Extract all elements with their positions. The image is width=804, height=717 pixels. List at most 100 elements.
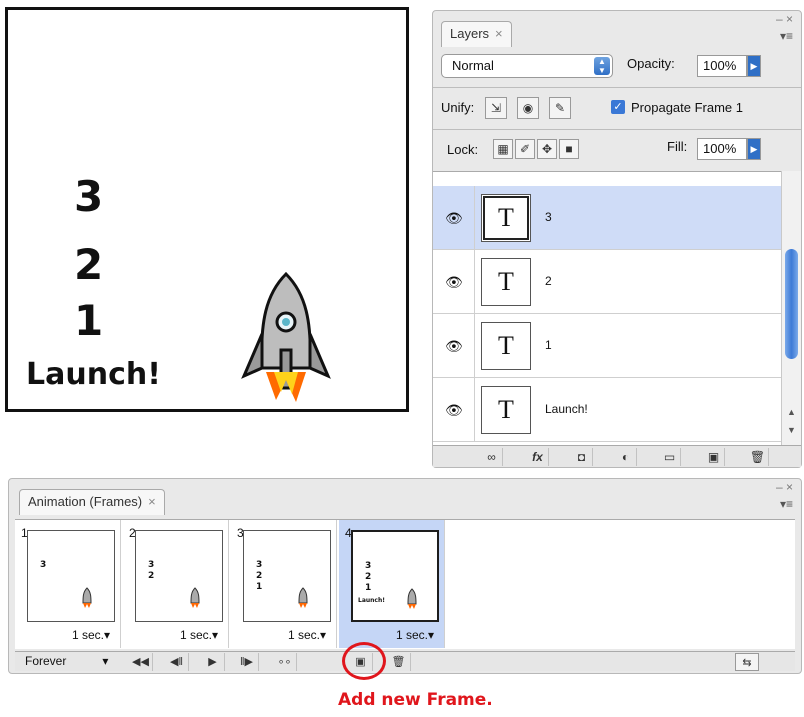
link-icon[interactable]: ∞ <box>481 448 503 466</box>
unify-visibility-icon[interactable]: ◉ <box>517 97 539 119</box>
mini-3: 3 <box>365 561 372 571</box>
visibility-eye-icon[interactable]: 👁 <box>433 314 475 377</box>
mini-launch: Launch! <box>358 597 385 604</box>
propagate-checkbox[interactable]: ✓ <box>611 100 625 114</box>
first-frame-icon[interactable]: ◀◀ <box>129 653 153 671</box>
timeline-convert-icon[interactable]: ⇆ <box>735 653 759 671</box>
fill-label: Fill: <box>667 139 688 154</box>
rocket-illustration <box>241 272 331 402</box>
blend-mode-select[interactable]: Normal ▲ ▼ <box>441 54 613 78</box>
delay-value: 1 sec. <box>179 628 212 642</box>
frame-thumbnail: 3 2 1 <box>243 530 331 622</box>
panel-menu-icon[interactable]: ▾≡ <box>780 497 793 511</box>
tab-layers[interactable]: Layers × <box>441 21 512 47</box>
new-frame-highlight <box>342 642 386 680</box>
window-controls[interactable]: – × <box>776 13 793 25</box>
chevron-down-icon: ▾ <box>102 654 109 668</box>
panel-menu-icon[interactable]: ▾≡ <box>780 29 793 43</box>
new-layer-icon[interactable]: ▣ <box>703 448 725 466</box>
divider <box>433 129 801 130</box>
trash-icon[interactable]: 🗑 <box>747 448 769 466</box>
fill-arrow-icon[interactable]: ▶ <box>747 138 761 160</box>
previous-frame-icon[interactable]: ◀‖ <box>165 653 189 671</box>
mini-2: 2 <box>365 572 372 582</box>
mini-2: 2 <box>256 571 263 581</box>
loop-select[interactable]: Forever ▾ <box>25 654 108 668</box>
visibility-eye-icon[interactable]: 👁 <box>433 250 475 313</box>
play-icon[interactable]: ▶ <box>201 653 225 671</box>
visibility-eye-icon[interactable]: 👁 <box>433 186 475 249</box>
visibility-eye-icon[interactable]: 👁 <box>433 378 475 441</box>
layer-row-2[interactable]: 👁 T 2 <box>433 250 783 314</box>
fill-field[interactable]: 100% <box>697 138 747 160</box>
mask-icon[interactable]: ◘ <box>571 448 593 466</box>
frame-3[interactable]: 3 3 2 1 1 sec.▾ <box>231 520 337 648</box>
opacity-arrow-icon[interactable]: ▶ <box>747 55 761 77</box>
frame-1[interactable]: 1 3 1 sec.▾ <box>15 520 121 648</box>
loop-value: Forever <box>25 654 67 668</box>
frame-thumbnail: 3 2 1 Launch! <box>351 530 439 622</box>
unify-style-icon[interactable]: ✎ <box>549 97 571 119</box>
unify-position-icon[interactable]: ⇲ <box>485 97 507 119</box>
delete-frame-icon[interactable]: 🗑 <box>387 653 411 671</box>
frame-2[interactable]: 2 3 2 1 sec.▾ <box>123 520 229 648</box>
layer-thumbnail: T <box>481 194 531 242</box>
mini-rocket <box>407 588 417 609</box>
layer-row-launch[interactable]: 👁 T Launch! <box>433 378 783 442</box>
layers-toolbar: ∞ fx ◘ ◐ ▭ ▣ 🗑 <box>433 445 801 467</box>
countdown-1: 1 <box>74 296 104 345</box>
frame-delay[interactable]: 1 sec.▾ <box>288 628 326 642</box>
close-icon[interactable]: × <box>495 26 503 41</box>
lock-position-icon[interactable]: ✥ <box>537 139 557 159</box>
opacity-label: Opacity: <box>627 56 675 71</box>
tween-icon[interactable]: ∘∘ <box>273 653 297 671</box>
frames-strip: 1 3 1 sec.▾ 2 3 2 1 sec.▾ 3 3 2 1 1 sec.… <box>15 519 795 649</box>
frame-thumbnail: 3 2 <box>135 530 223 622</box>
countdown-3: 3 <box>74 172 104 221</box>
layers-panel: Layers × – × ▾≡ Normal ▲ ▼ Opacity: 100% ▶… <box>432 10 802 468</box>
lock-all-icon[interactable]: ■ <box>559 139 579 159</box>
divider <box>433 87 801 88</box>
layer-row-3[interactable]: 👁 T 3 <box>433 186 783 250</box>
delay-value: 1 sec. <box>395 628 428 642</box>
scroll-down-icon[interactable]: ▼ <box>787 425 796 435</box>
folder-icon[interactable]: ▭ <box>659 448 681 466</box>
scroll-up-icon[interactable]: ▲ <box>787 407 796 417</box>
mini-1: 1 <box>365 583 372 593</box>
layer-name: 2 <box>545 274 552 288</box>
frame-4[interactable]: 4 3 2 1 Launch! 1 sec.▾ <box>339 520 445 648</box>
countdown-2: 2 <box>74 240 104 289</box>
tab-animation[interactable]: Animation (Frames) × <box>19 489 165 515</box>
layers-scrollbar[interactable]: ▲ ▼ <box>781 171 801 445</box>
close-icon[interactable]: × <box>148 494 156 509</box>
frame-delay[interactable]: 1 sec.▾ <box>396 628 434 642</box>
layer-row-1[interactable]: 👁 T 1 <box>433 314 783 378</box>
delay-value: 1 sec. <box>287 628 320 642</box>
tab-layers-label: Layers <box>450 26 490 41</box>
adjustment-icon[interactable]: ◐ <box>615 448 637 466</box>
lock-transparency-icon[interactable]: ▦ <box>493 139 513 159</box>
window-controls[interactable]: – × <box>776 481 793 493</box>
animation-toolbar: Forever ▾ ◀◀ ◀‖ ▶ ‖▶ ∘∘ ▣ 🗑 ⇆ <box>15 651 795 671</box>
frame-delay[interactable]: 1 sec.▾ <box>180 628 218 642</box>
mini-3: 3 <box>148 560 155 570</box>
opacity-field[interactable]: 100% <box>697 55 747 77</box>
callout-add-new-frame: Add new Frame. <box>338 690 493 710</box>
mini-rocket <box>298 587 308 608</box>
scrollbar-thumb[interactable] <box>785 249 798 359</box>
launch-text: Launch! <box>26 357 161 392</box>
animation-panel: Animation (Frames) × – × ▾≡ 1 3 1 sec.▾ 2… <box>8 478 802 674</box>
mini-rocket <box>82 587 92 608</box>
delay-value: 1 sec. <box>71 628 104 642</box>
layers-tabbar: Layers × – × ▾≡ <box>433 11 801 49</box>
propagate-label: Propagate Frame 1 <box>631 100 744 115</box>
fx-icon[interactable]: fx <box>527 448 549 466</box>
layer-name: 1 <box>545 338 552 352</box>
lock-pixels-icon[interactable]: ✐ <box>515 139 535 159</box>
document-canvas[interactable]: 3 2 1 Launch! <box>5 7 409 412</box>
mini-rocket <box>190 587 200 608</box>
next-frame-icon[interactable]: ‖▶ <box>235 653 259 671</box>
layer-list: 👁 T 3 👁 T 2 👁 T 1 👁 T Launch! <box>433 171 783 445</box>
frame-delay[interactable]: 1 sec.▾ <box>72 628 110 642</box>
mini-1: 1 <box>256 582 263 592</box>
